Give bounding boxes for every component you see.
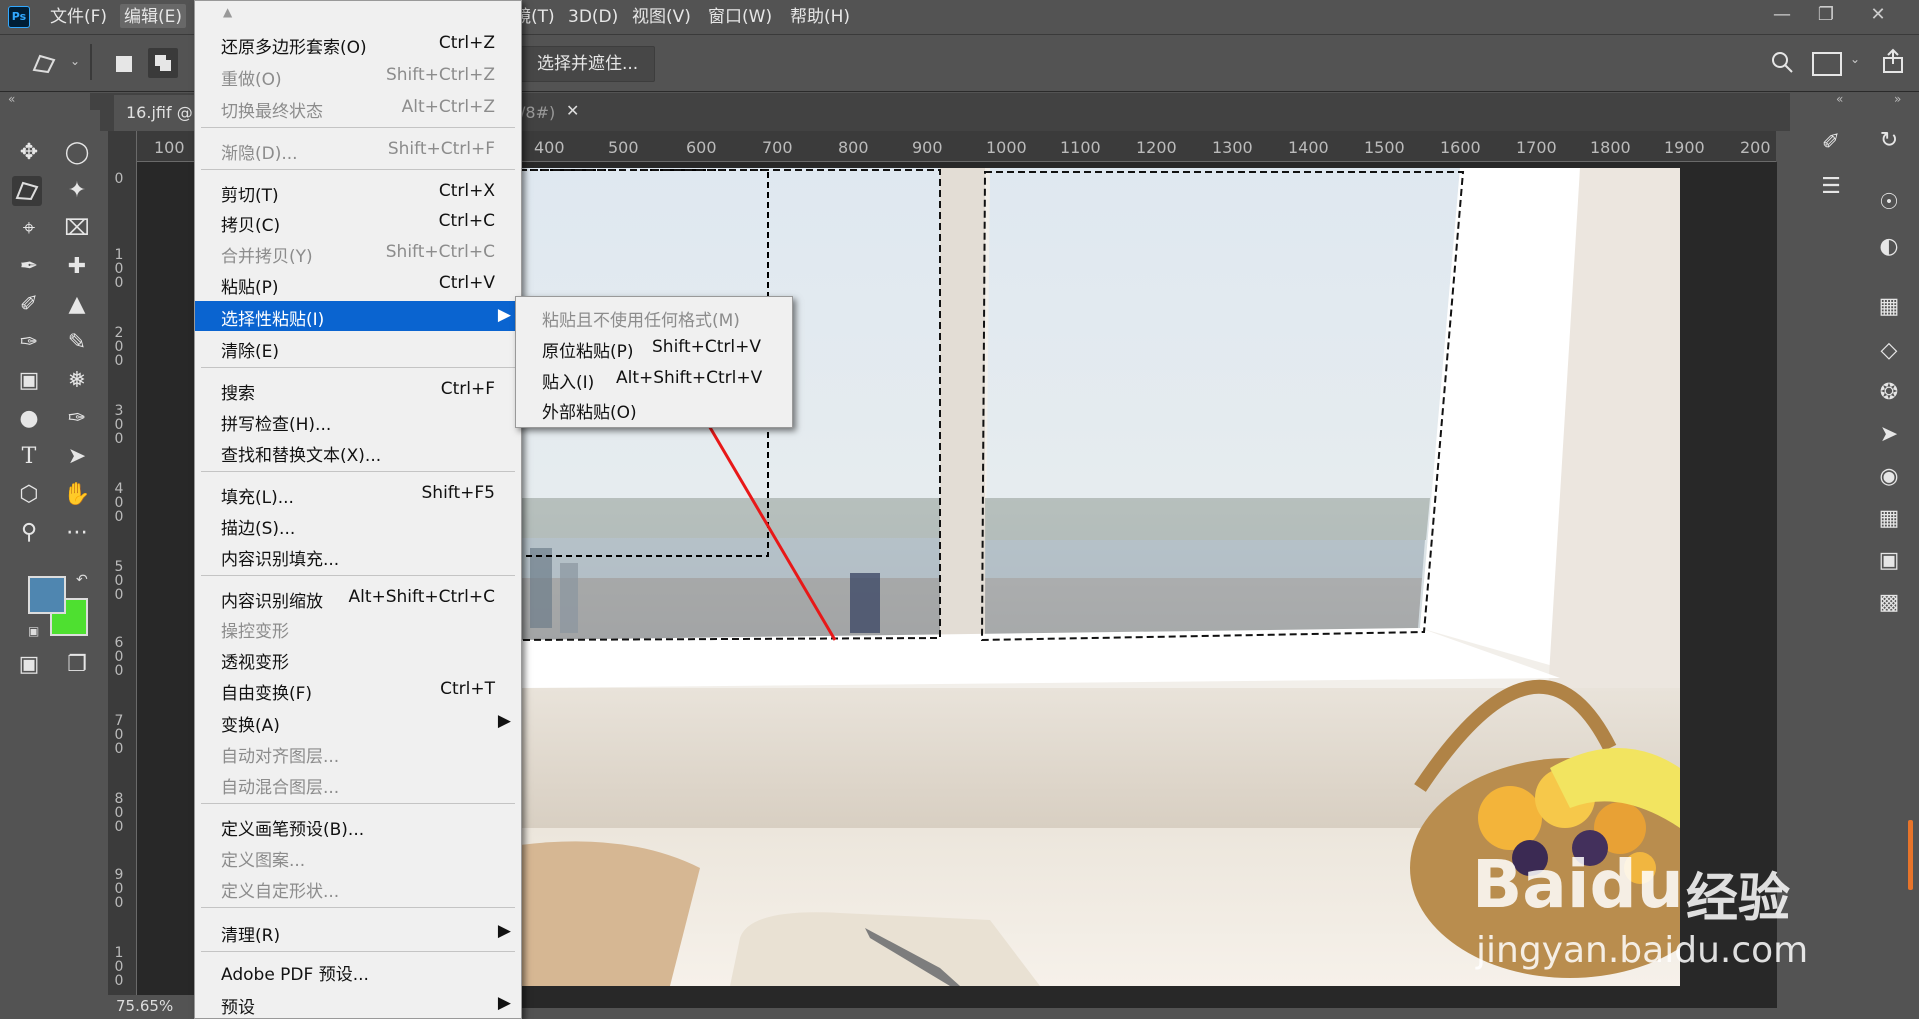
menu-item-cut[interactable]: 剪切(T) Ctrl+X xyxy=(195,177,521,206)
blur-icon[interactable]: ❅ xyxy=(62,366,92,396)
submenu-item-paste-in-place[interactable]: 原位粘贴(P) Shift+Ctrl+V xyxy=(516,332,792,362)
menu-separator xyxy=(201,575,515,576)
submenu-item-paste-into[interactable]: 贴入(I) Alt+Shift+Ctrl+V xyxy=(516,363,792,393)
zoom-level[interactable]: 75.65% xyxy=(108,995,196,1017)
menu-item-define-shape: 定义自定形状... xyxy=(221,882,340,902)
menu-item-auto-blend: 自动混合图层... xyxy=(221,778,340,798)
watermark-brand: Baidu xyxy=(1472,846,1684,923)
menu-item-content-aware-scale[interactable]: 内容识别缩放 Alt+Shift+Ctrl+C xyxy=(195,583,521,612)
history-brush-icon[interactable]: ✑ xyxy=(14,328,44,358)
crop-icon[interactable]: ⌖ xyxy=(14,214,44,244)
more-icon[interactable]: ⋯ xyxy=(62,518,92,548)
menu-separator xyxy=(201,471,515,472)
paths-icon[interactable]: ➤ xyxy=(1872,418,1906,452)
submenu-item-paste-without-formatting: 粘贴且不使用任何格式(M) xyxy=(542,311,740,331)
menu-item-presets[interactable]: 预设 ▶ xyxy=(195,989,521,1018)
screen-mode-icon[interactable]: ❐ xyxy=(62,650,92,680)
menu-separator xyxy=(201,127,515,128)
pen-icon[interactable]: ✑ xyxy=(62,404,92,434)
swatches-palette-icon[interactable]: ◉ xyxy=(1872,460,1906,494)
zoom-icon[interactable]: ⚲ xyxy=(14,518,44,548)
menu-item-copy[interactable]: 拷贝(C) Ctrl+C xyxy=(195,207,521,236)
menu-item-copy-merged: 合并拷贝(Y) Shift+Ctrl+C xyxy=(221,242,495,267)
menu-separator xyxy=(201,169,515,170)
adjustments-sliders-icon[interactable]: ☰ xyxy=(1814,170,1848,204)
menu-item-fill[interactable]: 填充(L)... Shift+F5 xyxy=(195,479,521,508)
quick-mask-icon[interactable]: ▣ xyxy=(14,650,44,680)
menu-item-paste-special[interactable]: 选择性粘贴(I) ▶ xyxy=(195,301,521,331)
menu-item-find-replace[interactable]: 查找和替换文本(X)... xyxy=(195,437,521,466)
menu-item-perspective-warp[interactable]: 透视变形 xyxy=(195,644,521,673)
submenu-arrow-icon: ▶ xyxy=(497,305,511,325)
menu-item-redo: 重做(O) Shift+Ctrl+Z xyxy=(221,65,495,90)
swap-colors-icon[interactable]: ↶ xyxy=(76,572,88,588)
menu-item-undo[interactable]: 还原多边形套索(O) Ctrl+Z xyxy=(195,29,521,58)
scroll-up-icon[interactable]: ▲ xyxy=(223,5,232,19)
polygonal-lasso-icon[interactable] xyxy=(12,176,42,206)
healing-icon[interactable]: ✚ xyxy=(62,252,92,282)
menu-item-clear[interactable]: 清除(E) xyxy=(195,333,521,362)
patterns-icon[interactable]: ▩ xyxy=(1872,586,1906,620)
menu-item-puppet-warp: 操控变形 xyxy=(221,622,289,642)
magic-wand-icon[interactable]: ✦ xyxy=(62,176,92,206)
learn-lightbulb-icon[interactable]: ☉ xyxy=(1872,186,1906,220)
menu-item-define-brush[interactable]: 定义画笔预设(B)... xyxy=(195,811,521,840)
menu-item-stroke[interactable]: 描边(S)... xyxy=(195,510,521,539)
menu-item-free-transform[interactable]: 自由变换(F) Ctrl+T xyxy=(195,675,521,704)
paste-special-submenu: 粘贴且不使用任何格式(M) 原位粘贴(P) Shift+Ctrl+V 贴入(I) A… xyxy=(515,296,793,428)
menu-item-content-aware-fill[interactable]: 内容识别填充... xyxy=(195,541,521,570)
eyedropper-icon[interactable]: ✒ xyxy=(14,252,44,282)
adjustments-icon[interactable]: ◐ xyxy=(1872,230,1906,264)
menu-separator xyxy=(201,803,515,804)
edit-menu: ▲ 还原多边形套索(O) Ctrl+Z 重做(O) Shift+Ctrl+Z 切换最… xyxy=(194,0,522,1019)
stamp-icon[interactable]: ▲ xyxy=(62,290,92,320)
gradients-icon[interactable]: ▣ xyxy=(1872,544,1906,578)
menu-item-transform[interactable]: 变换(A) ▶ xyxy=(195,707,521,736)
brush-icon[interactable]: ✐ xyxy=(14,290,44,320)
menu-separator xyxy=(201,951,515,952)
menu-item-paste[interactable]: 粘贴(P) Ctrl+V xyxy=(195,269,521,298)
menu-separator xyxy=(201,367,515,368)
menu-item-fade: 渐隐(D)... Shift+Ctrl+F xyxy=(221,139,495,164)
history-icon[interactable]: ↻ xyxy=(1872,124,1906,158)
foreground-color-fill xyxy=(30,578,64,612)
dodge-icon[interactable]: ● xyxy=(14,404,44,434)
layers-icon[interactable]: ◇ xyxy=(1872,334,1906,368)
submenu-item-paste-outside[interactable]: 外部粘贴(O) xyxy=(516,393,792,423)
brush-settings-icon[interactable]: ✐ xyxy=(1814,126,1848,160)
frame-icon[interactable]: ⌧ xyxy=(62,214,92,244)
move-icon[interactable]: ✥ xyxy=(14,138,44,168)
type-icon[interactable]: T xyxy=(14,442,44,472)
menu-item-auto-align: 自动对齐图层... xyxy=(221,747,340,767)
watermark-url: jingyan.baidu.com xyxy=(1476,930,1809,971)
submenu-arrow-icon: ▶ xyxy=(497,921,511,941)
menu-item-define-pattern: 定义图案... xyxy=(221,851,306,871)
marquee-icon[interactable]: ◯ xyxy=(62,138,92,168)
gradient-icon[interactable]: ▣ xyxy=(14,366,44,396)
grid-icon[interactable]: ▦ xyxy=(1872,502,1906,536)
shape-icon[interactable]: ⬡ xyxy=(14,480,44,510)
eraser-icon[interactable]: ✎ xyxy=(62,328,92,358)
submenu-arrow-icon: ▶ xyxy=(497,711,511,731)
submenu-arrow-icon: ▶ xyxy=(497,993,511,1013)
menu-item-purge[interactable]: 清理(R) ▶ xyxy=(195,917,521,946)
channels-icon[interactable]: ❂ xyxy=(1872,376,1906,410)
menu-item-toggle-last-state: 切换最终状态 Alt+Ctrl+Z xyxy=(221,97,495,122)
menu-item-search[interactable]: 搜索 Ctrl+F xyxy=(195,375,521,404)
watermark-cn: 经验 xyxy=(1686,869,1791,929)
path-select-icon[interactable]: ➤ xyxy=(62,442,92,472)
menu-separator xyxy=(201,907,515,908)
scrollbar-thumb[interactable] xyxy=(1908,820,1913,890)
foreground-color-swatch[interactable] xyxy=(28,576,66,614)
hand-icon[interactable]: ✋ xyxy=(62,480,92,510)
libraries-icon[interactable]: ▦ xyxy=(1872,290,1906,324)
menu-item-pdf-presets[interactable]: Adobe PDF 预设... xyxy=(195,956,521,985)
menu-item-spell-check[interactable]: 拼写检查(H)... xyxy=(195,406,521,435)
default-colors-icon[interactable]: ▣ xyxy=(28,624,39,638)
